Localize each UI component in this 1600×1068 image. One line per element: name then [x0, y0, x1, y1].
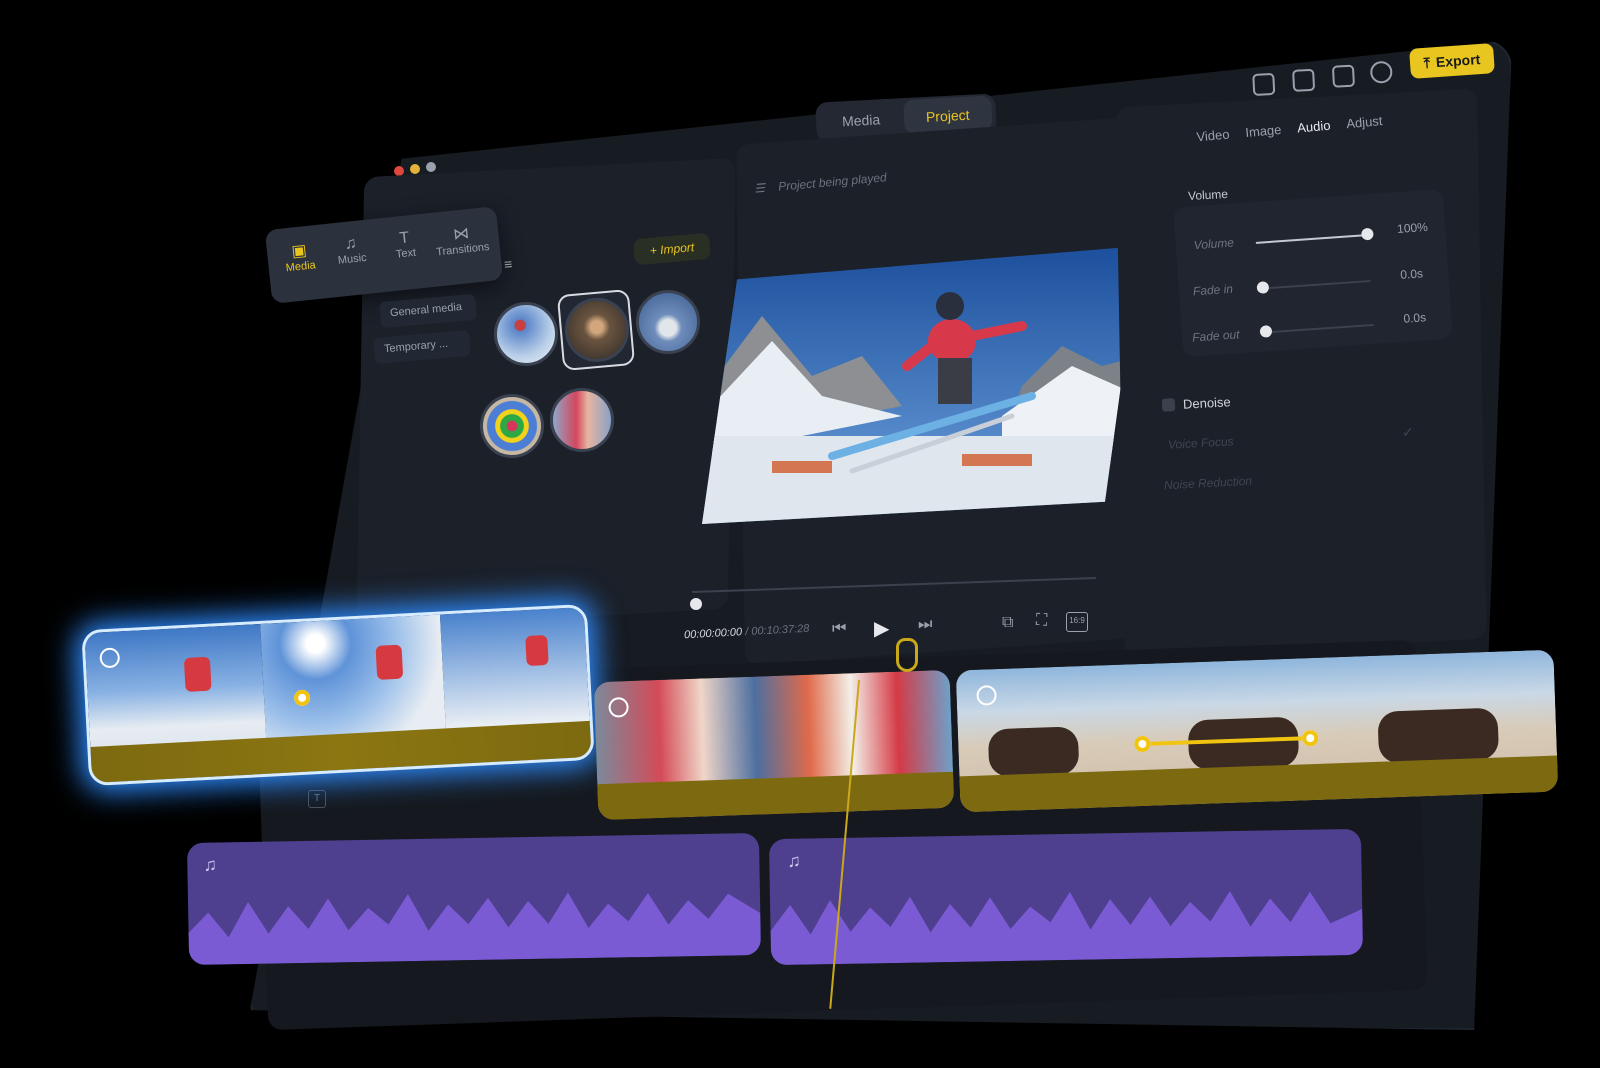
video-clip-friends[interactable] — [593, 669, 955, 821]
tab-audio[interactable]: Audio — [1297, 118, 1331, 136]
media-thumbnail-ski-1[interactable] — [494, 302, 558, 366]
fade-out-slider-track[interactable] — [1261, 323, 1374, 334]
volume-section-title: Volume — [1187, 186, 1229, 204]
upload-icon: ⤒ — [1423, 54, 1431, 71]
fade-out-label: Fade out — [1191, 327, 1240, 345]
inspector-panel — [1115, 88, 1487, 658]
clip-skier-figure — [525, 634, 549, 667]
selected-video-clip[interactable] — [84, 607, 592, 783]
denoise-checkbox[interactable] — [1161, 398, 1176, 412]
music-clip-2[interactable]: ♫ — [768, 828, 1364, 966]
text-track-icon: T — [308, 790, 326, 808]
media-thumbnail-lake[interactable] — [636, 290, 700, 354]
export-button[interactable]: ⤒ Export — [1409, 43, 1495, 79]
aspect-ratio-button[interactable]: 16:9 — [1066, 612, 1088, 632]
fade-out-value: 0.0s — [1402, 310, 1427, 326]
check-icon: ✓ — [1402, 424, 1414, 440]
export-label: Export — [1435, 51, 1481, 71]
volume-slider-track[interactable] — [1255, 234, 1368, 244]
nav-transitions[interactable]: ⋈ Transitions — [429, 221, 494, 259]
music-note-icon: ♫ — [787, 850, 801, 871]
tab-adjust[interactable]: Adjust — [1346, 113, 1383, 131]
folder-label: Temporary ... — [383, 337, 449, 356]
clip-skier-figure — [375, 644, 404, 680]
video-clip-beach[interactable] — [955, 649, 1559, 813]
volume-value: 100% — [1396, 219, 1429, 237]
nav-text[interactable]: T Text — [382, 228, 429, 262]
denoise-label: Denoise — [1182, 394, 1232, 412]
previous-frame-button[interactable]: ⏮ — [832, 620, 846, 638]
fade-out-slider-knob[interactable] — [1259, 325, 1273, 338]
folder-label: General media — [389, 301, 463, 320]
sort-icon[interactable]: ≡ — [503, 256, 513, 273]
next-frame-button[interactable]: ⏭ — [918, 616, 932, 634]
playback-progress-knob[interactable] — [690, 598, 702, 610]
tab-media[interactable]: Media — [842, 111, 881, 129]
play-button[interactable]: ▶ — [874, 616, 889, 641]
tab-image[interactable]: Image — [1245, 122, 1282, 140]
volume-label: Volume — [1193, 235, 1235, 253]
media-thumbnail-friends[interactable] — [550, 388, 614, 452]
fade-in-value: 0.0s — [1399, 266, 1424, 282]
edit-note-icon[interactable] — [1331, 64, 1356, 88]
playhead-handle[interactable] — [896, 638, 918, 672]
music-waveform — [770, 891, 1364, 966]
nav-music[interactable]: ♫ Music — [328, 233, 375, 267]
fade-in-slider-track[interactable] — [1258, 279, 1371, 290]
volume-section: Volume 100% Fade in 0.0s Fade out 0.0s — [1173, 188, 1453, 358]
media-thumbnail-selected-frame[interactable] — [556, 289, 636, 371]
subtitle-icon[interactable] — [1252, 72, 1276, 96]
zoom-window-button[interactable] — [426, 162, 436, 172]
media-thumbnail-mandala[interactable] — [480, 394, 544, 458]
music-waveform — [188, 892, 762, 965]
preview-video[interactable] — [702, 246, 1140, 524]
music-note-icon: ♫ — [203, 854, 218, 875]
ski-scene-image — [702, 246, 1140, 524]
clip-skier-figure — [183, 656, 212, 692]
volume-slider-knob[interactable] — [1361, 227, 1374, 241]
tab-video[interactable]: Video — [1196, 126, 1230, 144]
clip-horse-figure — [987, 726, 1080, 778]
crop-icon[interactable]: ⧉ — [1002, 614, 1013, 632]
aspect-ratio-label: 16:9 — [1069, 616, 1085, 625]
fade-in-label: Fade in — [1192, 281, 1234, 299]
nav-media[interactable]: ▣ Media — [276, 239, 323, 275]
fade-in-slider-knob[interactable] — [1256, 281, 1270, 294]
book-icon[interactable] — [1292, 68, 1316, 92]
import-label: + Import — [649, 240, 695, 258]
music-clip-1[interactable]: ♫ — [186, 833, 762, 965]
media-thumbnail-portrait — [562, 295, 632, 365]
fullscreen-icon[interactable]: ⛶ — [1036, 612, 1047, 630]
minimize-window-button[interactable] — [410, 164, 420, 174]
clip-horse-figure — [1377, 707, 1500, 764]
menu-icon[interactable]: ☰ — [754, 181, 766, 196]
tab-project[interactable]: Project — [926, 107, 970, 125]
